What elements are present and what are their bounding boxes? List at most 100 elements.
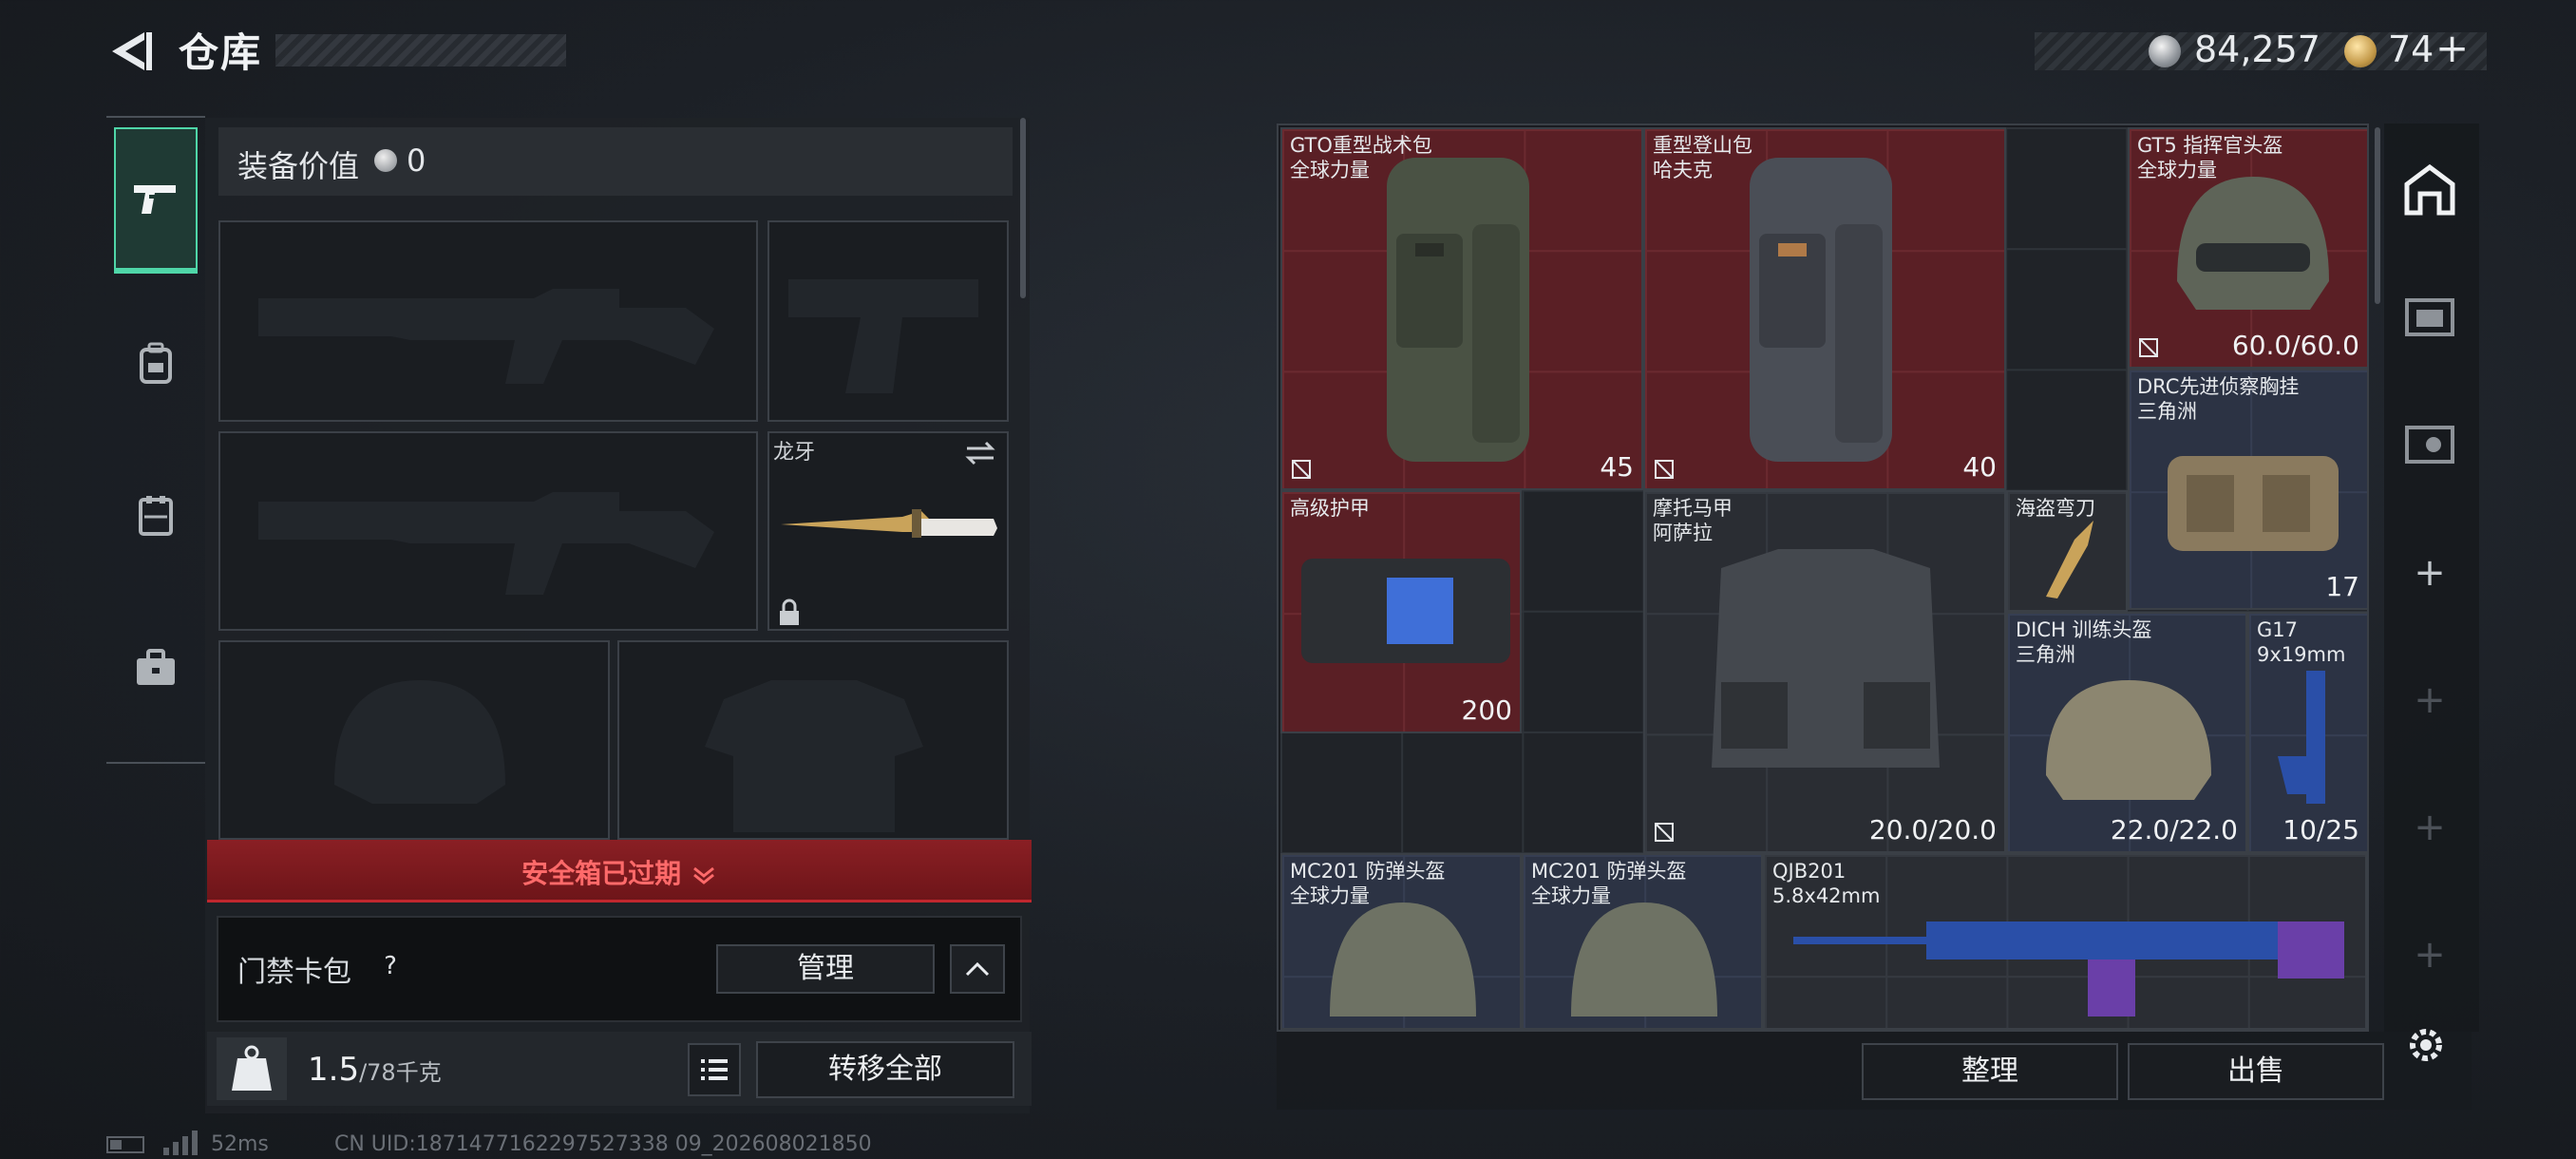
- item-name: 高级护甲: [1290, 497, 1370, 520]
- item-name: G17 9x19mm: [2257, 618, 2346, 666]
- list-icon: [701, 1059, 728, 1080]
- item-armor-value: 200: [1461, 694, 1512, 726]
- sidearm-slot[interactable]: [767, 220, 1009, 422]
- back-button[interactable]: [103, 25, 156, 78]
- no-drop-icon: [1292, 460, 1311, 479]
- body-armor-slot[interactable]: [617, 640, 1009, 840]
- helmet-slot[interactable]: [218, 640, 610, 840]
- armor-silhouette-icon: [705, 680, 923, 832]
- storage-item-dich-helmet[interactable]: DICH 训练头盔 三角洲 22.0/22.0: [2006, 612, 2247, 853]
- melee-name: 龙牙: [773, 441, 816, 465]
- item-capacity: 40: [1962, 451, 1997, 483]
- chest-rig-icon: [139, 496, 173, 536]
- storage-item-drc-chest-rig[interactable]: DRC先进侦察胸挂 三角洲 17: [2128, 369, 2369, 610]
- lock-icon: [777, 598, 802, 631]
- sell-button[interactable]: 出售: [2128, 1043, 2384, 1100]
- item-durability: 60.0/60.0: [2231, 330, 2359, 361]
- item-name: 摩托马甲 阿萨拉: [1653, 497, 1733, 544]
- add-storage-button[interactable]: +: [2411, 551, 2449, 595]
- equipment-value-label: 装备价值: [237, 148, 360, 184]
- item-name: MC201 防弹头盔 全球力量: [1290, 860, 1446, 907]
- no-drop-icon: [2139, 338, 2158, 357]
- item-capacity: 17: [2325, 571, 2359, 602]
- no-drop-icon: [1655, 460, 1674, 479]
- silver-coin-icon: [374, 149, 397, 172]
- keycard-label: 门禁卡包: [237, 956, 351, 989]
- primary-weapon-slot-2[interactable]: [218, 431, 758, 631]
- safebox-expired-text: 安全箱已过期: [207, 853, 1032, 891]
- tab-chest-rig[interactable]: [106, 441, 205, 591]
- swap-icon[interactable]: [963, 439, 997, 471]
- storage-item-gto-backpack[interactable]: GTO重型战术包 全球力量 45: [1280, 127, 1643, 490]
- weight-value: 1.5/78千克: [308, 1051, 442, 1089]
- silver-amount: 84,257: [2194, 28, 2320, 70]
- storage-item-mc201-helmet[interactable]: MC201 防弹头盔 全球力量: [1522, 853, 1763, 1030]
- assault-rifle-silhouette-icon: [258, 289, 714, 384]
- item-durability: 22.0/22.0: [2110, 814, 2238, 846]
- weight-icon: [217, 1037, 287, 1100]
- storage-item-mountain-backpack[interactable]: 重型登山包 哈夫克 40: [1643, 127, 2006, 490]
- item-name: DICH 训练头盔 三角洲: [2016, 618, 2152, 666]
- backpack-image: [1750, 158, 1892, 462]
- item-name: 海盗弯刀: [2016, 497, 2095, 520]
- pistol-silhouette-icon: [788, 279, 978, 393]
- gear-icon[interactable]: [2401, 1020, 2451, 1070]
- storage-item-qjb201[interactable]: QJB201 5.8x42mm: [1763, 853, 2367, 1030]
- manage-button[interactable]: 管理: [716, 944, 935, 994]
- backpack-image: [1387, 158, 1529, 462]
- item-capacity: 45: [1600, 451, 1634, 483]
- list-view-button[interactable]: [688, 1043, 741, 1096]
- item-name: DRC先进侦察胸挂 三角洲: [2137, 375, 2300, 423]
- tab-backpack[interactable]: [106, 289, 205, 439]
- sort-button[interactable]: 整理: [1862, 1043, 2118, 1100]
- equipment-tab-rail: [106, 116, 205, 764]
- gold-coin-icon: [2344, 35, 2377, 67]
- title-decoration: [275, 34, 566, 66]
- chevron-down-icon: [692, 866, 714, 884]
- item-name: MC201 防弹头盔 全球力量: [1531, 860, 1687, 907]
- backpack-icon: [140, 342, 172, 384]
- tab-weapons[interactable]: [114, 127, 198, 274]
- item-name: QJB201 5.8x42mm: [1772, 860, 1881, 907]
- silver-coin-icon: [2149, 35, 2181, 67]
- storage-item-gt5-helmet[interactable]: GT5 指挥官头盔 全球力量 60.0/60.0: [2128, 127, 2369, 369]
- chevron-up-icon: [965, 961, 990, 977]
- add-storage-button[interactable]: +: [2411, 806, 2449, 849]
- item-durability: 20.0/20.0: [1868, 814, 1997, 846]
- pistol-icon: [134, 185, 176, 214]
- storage-item-moto-vest[interactable]: 摩托马甲 阿萨拉 20.0/20.0: [1643, 490, 2006, 853]
- briefcase-icon: [137, 649, 175, 685]
- assault-rifle-silhouette-icon: [258, 492, 714, 595]
- storage-case-icon[interactable]: [2401, 287, 2458, 344]
- add-storage-button[interactable]: +: [2411, 933, 2449, 977]
- storage-item-pirate-knife[interactable]: 海盗弯刀: [2006, 490, 2128, 612]
- equipment-scrollbar[interactable]: [1020, 118, 1026, 298]
- vest-image: [1712, 549, 1940, 768]
- helmet-silhouette-icon: [334, 680, 505, 804]
- storage-item-advanced-armor[interactable]: 高级护甲 200: [1280, 490, 1522, 733]
- tab-safe-case[interactable]: [106, 593, 205, 743]
- add-gold-button[interactable]: +: [2435, 25, 2469, 71]
- battery-icon: [106, 1136, 144, 1153]
- primary-weapon-slot-1[interactable]: [218, 220, 758, 422]
- add-storage-button[interactable]: +: [2411, 678, 2449, 722]
- storage-item-mc201-helmet[interactable]: MC201 防弹头盔 全球力量: [1280, 853, 1522, 1030]
- transfer-all-button[interactable]: 转移全部: [756, 1041, 1014, 1098]
- storage-level-icon[interactable]: [2401, 414, 2458, 471]
- item-name: GTO重型战术包 全球力量: [1290, 134, 1432, 181]
- page-title: 仓库: [179, 29, 263, 76]
- collapse-button[interactable]: [950, 944, 1005, 994]
- back-arrow-icon: [112, 32, 152, 70]
- signal-icon: [161, 1130, 199, 1159]
- item-name: 重型登山包 哈夫克: [1653, 134, 1752, 181]
- equipment-value-amount: 0: [407, 142, 426, 179]
- storage-item-g17[interactable]: G17 9x19mm 10/25: [2247, 612, 2369, 853]
- no-drop-icon: [1655, 823, 1674, 842]
- item-ammo: 10/25: [2282, 814, 2359, 846]
- storage-home-icon[interactable]: [2401, 162, 2458, 218]
- ping-text: 52ms: [211, 1132, 269, 1156]
- help-icon[interactable]: ?: [374, 950, 407, 982]
- gold-amount: 74: [2388, 28, 2434, 70]
- item-name: GT5 指挥官头盔 全球力量: [2137, 134, 2283, 181]
- storage-scrollbar[interactable]: [2375, 127, 2380, 304]
